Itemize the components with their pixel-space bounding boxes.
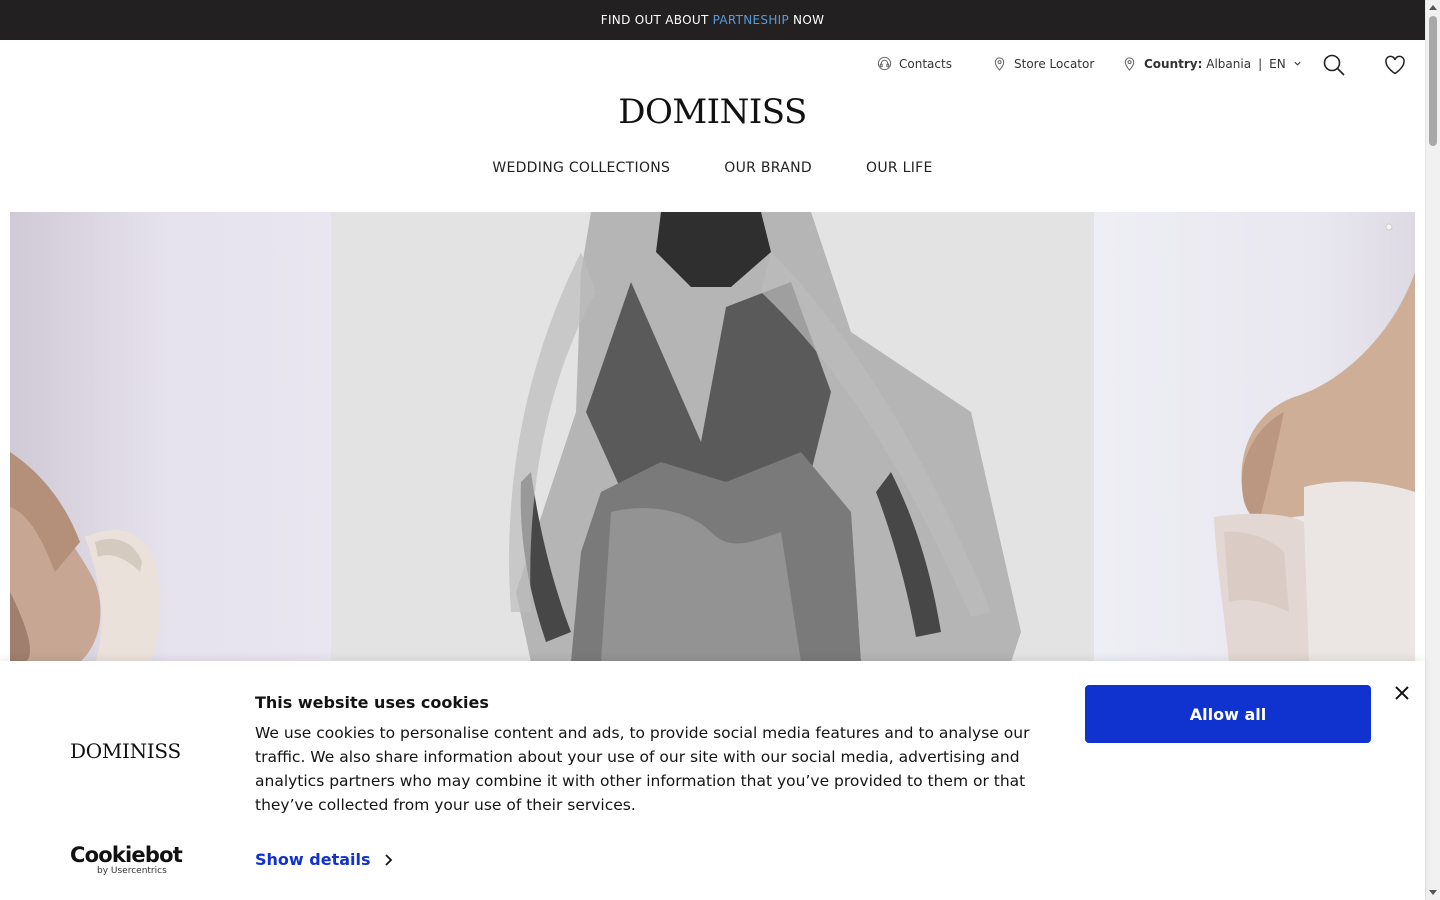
location-pin-icon bbox=[994, 57, 1005, 71]
country-label: Country: bbox=[1144, 56, 1203, 71]
store-locator-link[interactable]: Store Locator bbox=[992, 56, 1094, 71]
announcement-prefix: FIND OUT ABOUT bbox=[600, 13, 709, 27]
close-icon bbox=[1395, 686, 1409, 700]
page-scrollbar[interactable] bbox=[1425, 0, 1440, 900]
scroll-down-arrow[interactable] bbox=[1429, 890, 1437, 895]
nav-item-our-brand[interactable]: OUR BRAND bbox=[724, 160, 812, 176]
brand-logo[interactable]: DOMINISS bbox=[0, 92, 1425, 132]
contacts-link[interactable]: Contacts bbox=[877, 56, 952, 71]
cookie-title: This website uses cookies bbox=[255, 693, 489, 712]
cookie-banner-logo: DOMINISS bbox=[70, 739, 181, 763]
cookiebot-wordmark: Cookiebot bbox=[70, 843, 183, 867]
chevron-right-icon bbox=[384, 853, 392, 866]
nav-item-wedding-collections[interactable]: WEDDING COLLECTIONS bbox=[492, 160, 670, 176]
search-button[interactable] bbox=[1321, 52, 1347, 78]
country-selector[interactable]: Country: Albania | EN bbox=[1122, 56, 1302, 71]
main-nav: WEDDING COLLECTIONS OUR BRAND OUR LIFE bbox=[0, 160, 1425, 176]
country-separator: | bbox=[1258, 56, 1263, 71]
scroll-up-arrow[interactable] bbox=[1429, 5, 1437, 10]
scroll-thumb[interactable] bbox=[1429, 16, 1437, 146]
allow-all-button[interactable]: Allow all bbox=[1085, 685, 1371, 743]
cookiebot-logo[interactable]: Cookiebot by Usercentrics bbox=[70, 843, 183, 876]
show-details-link[interactable]: Show details bbox=[255, 850, 393, 869]
wishlist-button[interactable] bbox=[1382, 52, 1408, 78]
announcement-bar: FIND OUT ABOUT PARTNESHIP NOW bbox=[0, 0, 1425, 40]
location-pin-icon bbox=[1124, 57, 1135, 71]
announcement-suffix: NOW bbox=[793, 13, 825, 27]
show-details-label: Show details bbox=[255, 850, 371, 869]
cookie-body: We use cookies to personalise content an… bbox=[255, 724, 1030, 814]
utility-bar: Contacts Store Locator Country: Albania … bbox=[0, 52, 1425, 80]
cookiebot-subtitle: by Usercentrics bbox=[97, 866, 167, 876]
nav-item-our-life[interactable]: OUR LIFE bbox=[866, 160, 933, 176]
announcement-link[interactable]: PARTNESHIP bbox=[713, 13, 789, 27]
headset-icon bbox=[877, 56, 892, 71]
chevron-down-icon bbox=[1294, 61, 1301, 66]
cookie-banner: DOMINISS Cookiebot by Usercentrics This … bbox=[0, 661, 1425, 900]
cookie-close-button[interactable] bbox=[1391, 682, 1413, 704]
search-icon bbox=[1323, 54, 1345, 76]
heart-icon bbox=[1385, 55, 1405, 75]
store-locator-label: Store Locator bbox=[1014, 56, 1095, 71]
contacts-label: Contacts bbox=[899, 56, 952, 71]
country-value: Albania bbox=[1206, 56, 1252, 71]
language-value: EN bbox=[1269, 56, 1286, 71]
